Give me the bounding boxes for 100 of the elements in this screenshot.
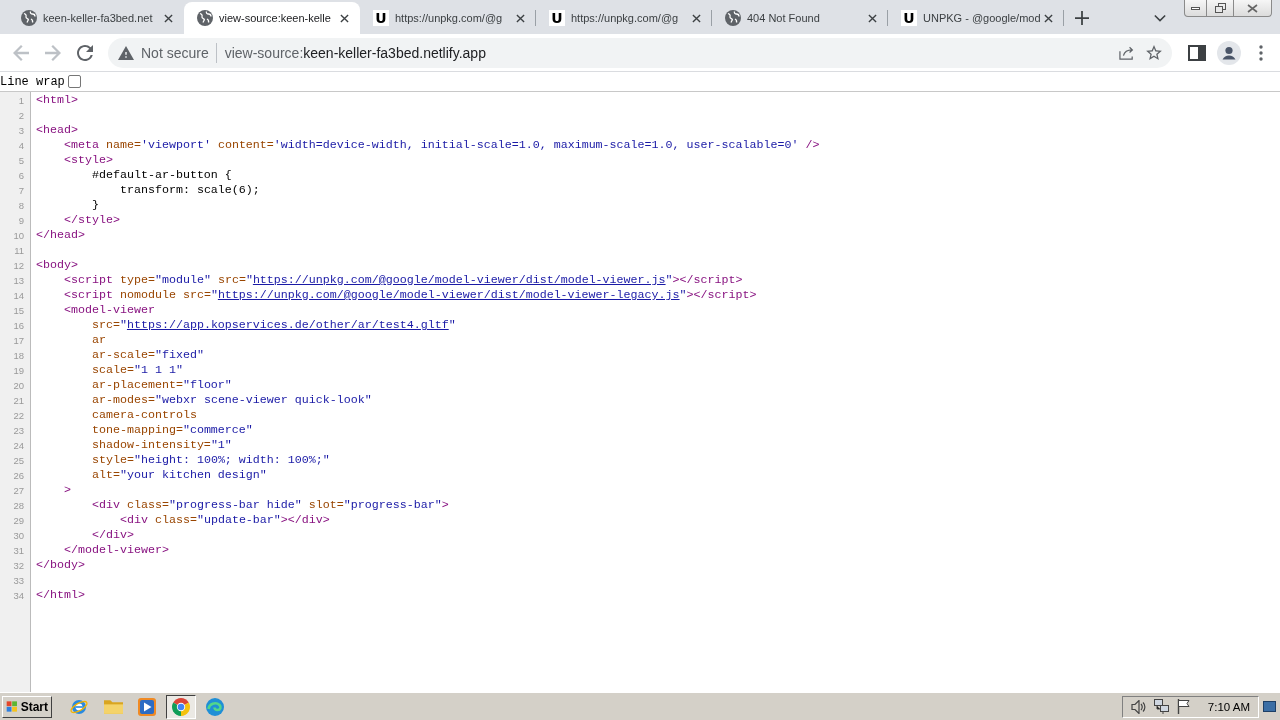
swirl-icon <box>206 697 224 716</box>
source-line: camera-controls <box>91 408 197 422</box>
source-line: src="https://app.kopservices.de/other/ar/test4.gltf" <box>91 318 456 332</box>
address-bar[interactable]: Not secure view-source:keen-keller-fa3bed.netlify.app <box>108 37 1172 68</box>
browser-tab[interactable]: view-source:keen-kelle <box>184 2 360 34</box>
line-number: 32 <box>13 560 24 571</box>
line-number: 21 <box>13 395 24 406</box>
play-icon <box>138 697 156 716</box>
line-number: 33 <box>13 575 24 586</box>
browser-tab[interactable]: U UNPKG - @google/mod <box>888 2 1064 34</box>
line-number: 16 <box>13 320 24 331</box>
share-icon[interactable] <box>1118 45 1134 60</box>
line-number: 12 <box>13 260 24 271</box>
source-line: <div class="progress-bar hide" slot="progress-bar"> <box>91 498 449 512</box>
line-number: 25 <box>13 455 24 466</box>
line-number: 5 <box>18 155 24 166</box>
side-panel-icon[interactable] <box>1188 44 1206 61</box>
minimize-button[interactable] <box>1184 0 1207 17</box>
start-button[interactable]: Start <box>2 695 52 718</box>
source-line: </html> <box>36 588 85 602</box>
reload-icon[interactable] <box>77 44 93 61</box>
line-wrap-label: Line wrap <box>0 74 65 89</box>
line-number: 7 <box>18 185 24 196</box>
source-line: ar-modes="webxr scene-viewer quick-look" <box>91 393 372 407</box>
source-line: transform: scale(6); <box>119 183 260 197</box>
line-number: 6 <box>18 170 24 181</box>
line-number: 3 <box>18 125 24 136</box>
source-line: ar-placement="floor" <box>91 378 232 392</box>
close-icon[interactable] <box>868 13 877 23</box>
speaker-icon[interactable] <box>1130 699 1146 714</box>
flag-icon[interactable] <box>1176 699 1190 714</box>
folder-icon <box>103 699 123 714</box>
source-line: <meta name='viewport' content='width=device-width, initial-scale=1.0, maximum-scale=1.0, user-scalable=0' /> <box>63 138 820 152</box>
source-link[interactable]: https://app.kopservices.de/other/ar/test4.gltf <box>126 318 449 332</box>
line-number: 26 <box>13 470 24 481</box>
line-number: 29 <box>13 515 24 526</box>
line-number: 27 <box>13 485 24 496</box>
close-icon[interactable] <box>340 13 349 23</box>
star-icon[interactable] <box>1146 45 1162 60</box>
source-line: } <box>91 198 99 212</box>
source-link[interactable]: https://unpkg.com/@google/model-viewer/dist/model-viewer-legacy.js <box>217 288 680 302</box>
source-line: <script nomodule src="https://unpkg.com/@google/model-viewer/dist/model-viewer-legacy.js"></script> <box>63 288 757 302</box>
start-logo-icon <box>6 699 18 714</box>
source-line: shadow-intensity="1" <box>91 438 232 452</box>
source-line: <script type="module" src="https://unpkg.com/@google/model-viewer/dist/model-viewer.js"></script> <box>63 273 743 287</box>
taskbar-app-button[interactable] <box>166 694 196 719</box>
source-line: <div class="update-bar"></div> <box>119 513 330 527</box>
network-icon[interactable] <box>1153 699 1169 714</box>
segmented-circle-icon <box>172 697 190 716</box>
source-line: <model-viewer <box>63 303 155 317</box>
line-number: 24 <box>13 440 24 451</box>
line-number: 15 <box>13 305 24 316</box>
browser-tab[interactable]: keen-keller-fa3bed.net <box>8 2 184 34</box>
source-line: style="height: 100%; width: 100%;" <box>91 453 330 467</box>
line-number: 30 <box>13 530 24 541</box>
security-status-button[interactable]: Not secure <box>118 44 209 61</box>
line-number: 1 <box>18 95 24 106</box>
source-link[interactable]: https://unpkg.com/@google/model-viewer/dist/model-viewer.js <box>252 273 666 287</box>
browser-tab[interactable]: U https://unpkg.com/@g <box>536 2 712 34</box>
line-number: 4 <box>18 140 24 151</box>
restore-icon <box>1214 3 1226 13</box>
line-number: 34 <box>13 590 24 601</box>
clock-text: 7:10 AM <box>1207 700 1250 713</box>
source-line: </head> <box>36 228 85 242</box>
close-icon[interactable] <box>516 13 525 23</box>
plus-icon[interactable] <box>1075 11 1089 25</box>
line-number: 8 <box>18 200 24 211</box>
globe-icon <box>725 10 741 26</box>
chevron-down-icon[interactable] <box>1154 14 1166 22</box>
menu-icon[interactable] <box>1259 44 1263 61</box>
globe-icon <box>21 10 37 26</box>
close-icon[interactable] <box>164 13 173 23</box>
globe-icon <box>197 10 213 26</box>
line-number: 23 <box>13 425 24 436</box>
source-line: <body> <box>36 258 78 272</box>
line-number: 18 <box>13 350 24 361</box>
source-line: ar-scale="fixed" <box>91 348 204 362</box>
source-line: </style> <box>63 213 120 227</box>
avatar-icon[interactable] <box>1217 40 1241 65</box>
line-number: 17 <box>13 335 24 346</box>
line-number: 22 <box>13 410 24 421</box>
browser-tab[interactable]: 404 Not Found <box>712 2 888 34</box>
close-icon[interactable] <box>692 13 701 23</box>
source-line: > <box>63 483 71 497</box>
line-number: 20 <box>13 380 24 391</box>
line-number: 2 <box>18 110 24 121</box>
line-number: 13 <box>13 275 24 286</box>
minimize-icon <box>1191 6 1200 10</box>
line-number: 9 <box>18 215 24 226</box>
close-window-button[interactable] <box>1234 0 1272 17</box>
favicon-letter: U <box>373 10 389 26</box>
favicon-letter: U <box>549 10 565 26</box>
source-line: <html> <box>36 93 78 107</box>
source-line: </body> <box>36 558 85 572</box>
restore-button[interactable] <box>1207 0 1234 17</box>
browser-tab[interactable]: U https://unpkg.com/@g <box>360 2 536 34</box>
close-icon[interactable] <box>1044 13 1053 23</box>
line-wrap-checkbox[interactable] <box>67 75 81 88</box>
source-line: </div> <box>91 528 134 542</box>
line-number: 28 <box>13 500 24 511</box>
